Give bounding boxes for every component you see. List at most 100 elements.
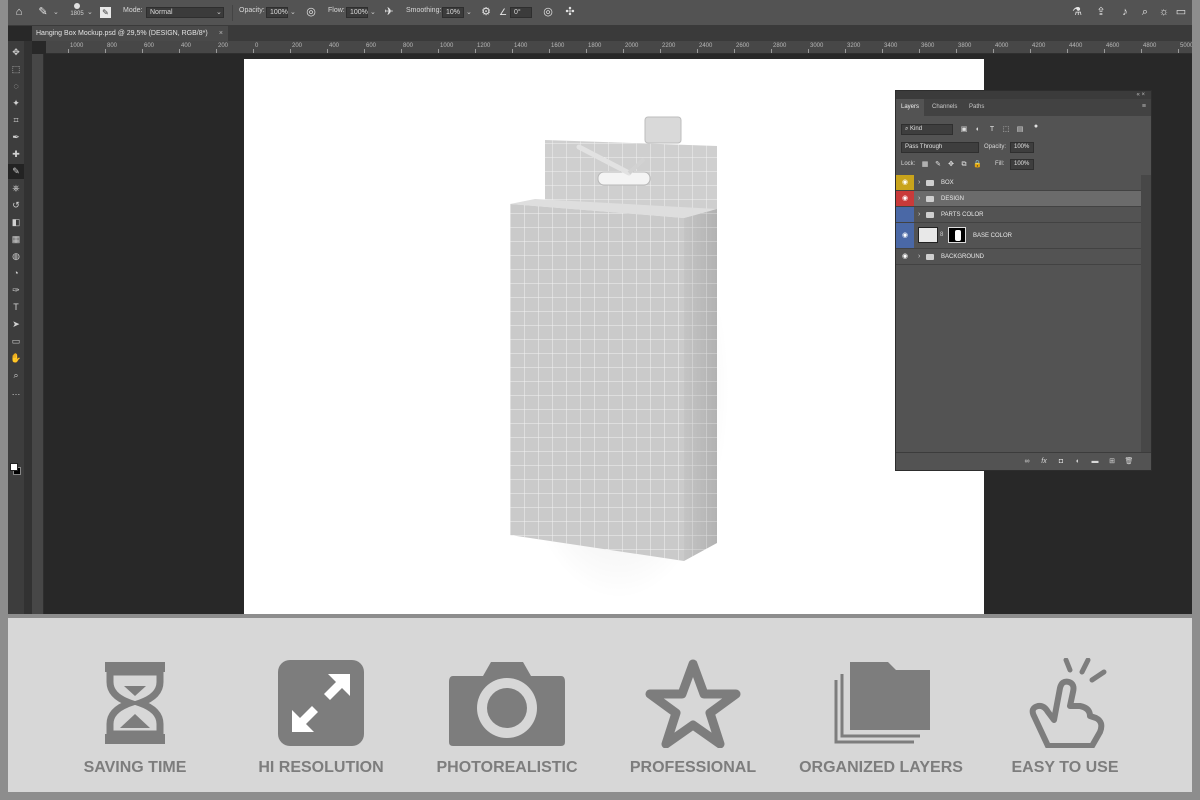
search-icon[interactable]: ⌕ — [1138, 5, 1152, 19]
add-mask-icon[interactable]: ◘ — [1056, 457, 1066, 467]
document-canvas[interactable] — [244, 59, 984, 614]
brush-preset-picker[interactable]: 1805 — [70, 3, 84, 17]
lock-artboard-icon[interactable]: ⧉ — [960, 161, 968, 169]
flow-field[interactable]: 100% — [346, 7, 368, 18]
chevron-down-icon[interactable]: ⌄ — [466, 8, 472, 16]
layer-fill-field[interactable]: 100% — [1010, 159, 1034, 170]
bell-icon[interactable]: ♪ — [1118, 5, 1132, 19]
filter-kind-select[interactable]: ⌕ Kind — [901, 124, 953, 135]
gradient-tool-icon[interactable]: ▦ — [8, 232, 24, 247]
ruler-tick — [1178, 49, 1179, 53]
angle-field[interactable]: 0° — [510, 7, 532, 18]
history-brush-tool-icon[interactable]: ↺ — [8, 198, 24, 213]
lasso-tool-icon[interactable]: ◌ — [8, 79, 24, 94]
layer-mask-thumbnail[interactable] — [948, 227, 966, 243]
pressure-size-icon[interactable]: ◎ — [541, 5, 555, 19]
airbrush-icon[interactable]: ✈ — [382, 5, 396, 19]
flask-icon[interactable]: ⚗ — [1070, 5, 1084, 19]
share-icon[interactable]: ⇪ — [1094, 5, 1108, 19]
type-tool-icon[interactable]: T — [8, 300, 24, 315]
layer-row[interactable]: › PARTS COLOR — [896, 207, 1141, 223]
eye-icon[interactable]: ◉ — [900, 232, 910, 240]
tab-layers[interactable]: Layers — [896, 99, 925, 116]
lock-image-icon[interactable]: ✎ — [934, 161, 942, 169]
path-select-tool-icon[interactable]: ➤ — [8, 317, 24, 332]
tab-channels[interactable]: Channels — [927, 99, 962, 116]
type-filter-icon[interactable]: T — [988, 126, 996, 134]
layer-thumbnail — [918, 227, 938, 243]
dodge-tool-icon[interactable]: ◔ — [8, 266, 24, 281]
new-group-icon[interactable]: ▬ — [1090, 457, 1100, 467]
ruler-tick-label: 1800 — [588, 43, 602, 49]
healing-tool-icon[interactable]: ✚ — [8, 147, 24, 162]
filter-toggle-icon[interactable]: ● — [1032, 123, 1040, 131]
foreground-color-swatch[interactable] — [10, 463, 18, 471]
eraser-tool-icon[interactable]: ◧ — [8, 215, 24, 230]
magic-wand-tool-icon[interactable]: ✦ — [8, 96, 24, 111]
lock-all-icon[interactable]: 🔒 — [973, 161, 982, 169]
chevron-right-icon[interactable]: › — [918, 195, 920, 203]
symmetry-icon[interactable]: ✣ — [563, 5, 577, 19]
blur-tool-icon[interactable]: ◍ — [8, 249, 24, 264]
lock-transparent-icon[interactable]: ▦ — [921, 161, 929, 169]
chevron-down-icon[interactable]: ⌄ — [290, 8, 296, 16]
new-layer-icon[interactable]: ⊞ — [1107, 457, 1117, 467]
eyedropper-tool-icon[interactable]: ✒ — [8, 130, 24, 145]
pressure-opacity-icon[interactable]: ◎ — [304, 5, 318, 19]
workspace-icon[interactable]: ▭ — [1174, 5, 1188, 19]
layer-row[interactable]: ◉ › DESIGN — [896, 191, 1141, 207]
chain-link-icon[interactable]: 8 — [940, 232, 943, 238]
lock-position-icon[interactable]: ✥ — [947, 161, 955, 169]
tab-paths[interactable]: Paths — [964, 99, 989, 116]
move-tool-icon[interactable]: ✥ — [8, 45, 24, 60]
eye-icon[interactable]: ◉ — [900, 179, 910, 187]
opacity-field[interactable]: 100% — [266, 7, 288, 18]
panel-menu-icon[interactable]: ≡ — [1142, 103, 1146, 110]
clone-stamp-tool-icon[interactable]: ⎈ — [8, 181, 24, 196]
brush-tool-icon[interactable]: ✎ — [36, 5, 50, 19]
layer-row[interactable]: ◉ › BOX — [896, 175, 1141, 191]
panel-collapse-bar[interactable]: « × — [896, 91, 1151, 99]
layer-name: DESIGN — [941, 195, 965, 202]
layer-name: BACKGROUND — [941, 253, 985, 260]
shape-filter-icon[interactable]: ⬚ — [1002, 126, 1010, 134]
close-icon[interactable]: × — [219, 26, 223, 41]
chevron-right-icon[interactable]: › — [918, 179, 920, 187]
chevron-right-icon[interactable]: › — [918, 211, 920, 219]
home-icon[interactable]: ⌂ — [12, 5, 26, 19]
smoothing-field[interactable]: 10% — [442, 7, 464, 18]
chevron-down-icon[interactable]: ⌄ — [53, 8, 59, 16]
hand-tool-icon[interactable]: ✋ — [8, 351, 24, 366]
ruler-tick — [808, 49, 809, 53]
document-tab[interactable]: Hanging Box Mockup.psd @ 29,5% (DESIGN, … — [32, 26, 228, 41]
layer-row[interactable]: ◉ › BACKGROUND — [896, 249, 1141, 265]
pixel-filter-icon[interactable]: ▣ — [960, 126, 968, 134]
light-bulb-icon[interactable]: ☼ — [1157, 5, 1171, 19]
rectangle-tool-icon[interactable]: ▭ — [8, 334, 24, 349]
layer-opacity-field[interactable]: 100% — [1010, 142, 1034, 153]
marquee-tool-icon[interactable]: ⬚ — [8, 62, 24, 77]
more-tool-icon[interactable]: … — [8, 385, 24, 400]
brush-settings-icon[interactable]: ✎ — [100, 7, 111, 18]
chevron-down-icon[interactable]: ⌄ — [87, 8, 93, 16]
gear-icon[interactable]: ⚙ — [479, 5, 493, 19]
zoom-tool-icon[interactable]: ⌕ — [8, 368, 24, 383]
eye-icon[interactable] — [900, 211, 910, 219]
mode-select[interactable]: Normal — [146, 7, 224, 18]
chevron-right-icon[interactable]: › — [918, 253, 920, 261]
eye-icon[interactable]: ◉ — [900, 195, 910, 203]
smart-object-filter-icon[interactable]: ▤ — [1016, 126, 1024, 134]
pen-tool-icon[interactable]: ✑ — [8, 283, 24, 298]
blend-mode-select[interactable]: Pass Through — [901, 142, 979, 153]
adjustment-layer-icon[interactable]: ◐ — [1073, 457, 1083, 467]
eye-icon[interactable]: ◉ — [900, 253, 910, 261]
adjustment-filter-icon[interactable]: ◐ — [974, 126, 982, 134]
scrollbar[interactable] — [1141, 175, 1151, 455]
trash-icon[interactable]: 🗑 — [1124, 457, 1134, 467]
brush-tool-icon[interactable]: ✎ — [8, 164, 24, 179]
chevron-down-icon[interactable]: ⌄ — [370, 8, 376, 16]
layer-row[interactable]: ◉ 8 BASE COLOR — [896, 223, 1141, 249]
crop-tool-icon[interactable]: ⌗ — [8, 113, 24, 128]
fx-icon[interactable]: fx — [1039, 457, 1049, 467]
link-layers-icon[interactable]: ∞ — [1022, 457, 1032, 467]
